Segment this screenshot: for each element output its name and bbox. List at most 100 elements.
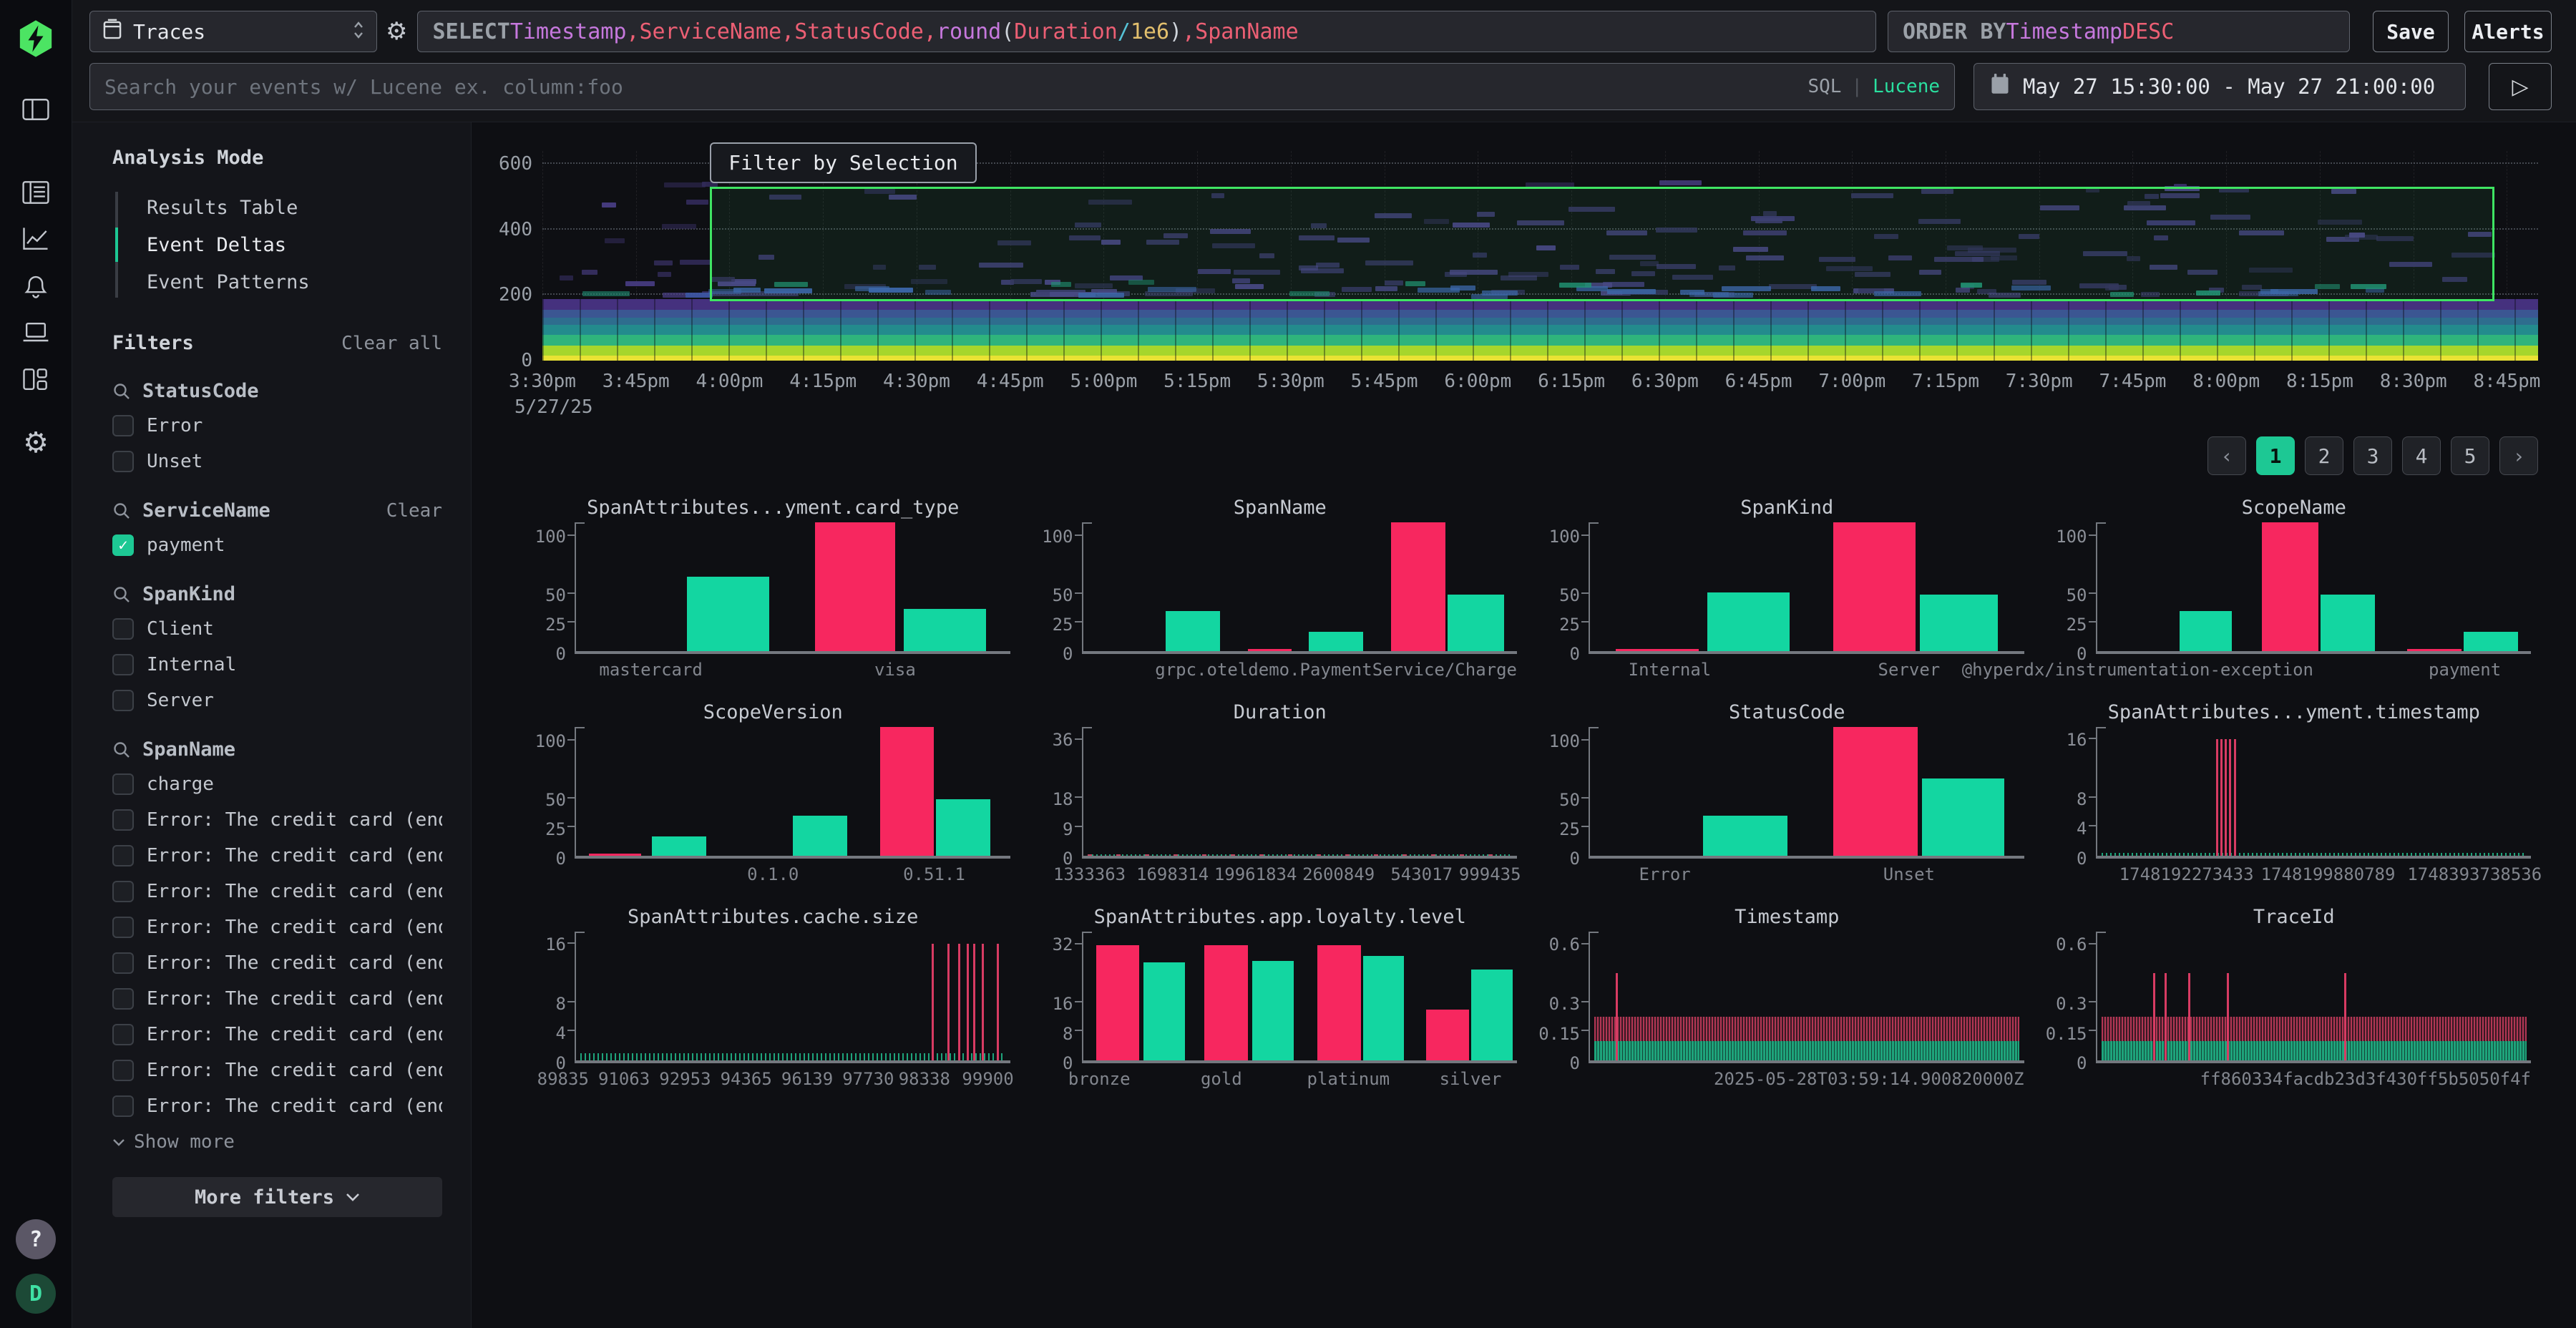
pagination-page-button[interactable]: 4 [2402, 436, 2441, 475]
bar[interactable] [1166, 611, 1220, 651]
bar[interactable] [1833, 727, 1918, 856]
sessions-icon[interactable] [19, 316, 52, 349]
filter-option[interactable]: Client [112, 617, 442, 641]
search-bar[interactable]: SQL | Lucene [89, 63, 1955, 110]
heatmap-plot[interactable]: Filter by Selection [542, 151, 2538, 361]
bar[interactable] [1922, 778, 2004, 856]
hyperdx-logo-icon[interactable] [16, 19, 56, 59]
toggle-lucene[interactable]: Lucene [1873, 76, 1940, 97]
bar[interactable] [1833, 522, 1916, 651]
filter-option[interactable]: Unset [112, 449, 442, 474]
sql-select-input[interactable]: SELECT Timestamp,ServiceName,StatusCode,… [417, 11, 1876, 52]
bar[interactable] [1143, 962, 1185, 1060]
bar[interactable] [1707, 592, 1790, 651]
checkbox[interactable] [112, 773, 134, 795]
bar[interactable] [687, 577, 769, 651]
checkbox[interactable] [112, 415, 134, 436]
filter-option[interactable]: Error: The credit card (end… [112, 879, 442, 904]
bar[interactable] [2321, 595, 2375, 651]
bar[interactable] [1703, 816, 1787, 856]
filter-option[interactable]: Internal [112, 653, 442, 677]
source-settings-gear-icon[interactable]: ⚙ [386, 19, 407, 44]
bar[interactable] [589, 854, 641, 856]
bar[interactable] [936, 799, 990, 856]
toggle-sql[interactable]: SQL [1807, 76, 1841, 97]
bar[interactable] [1317, 945, 1361, 1060]
filter-option[interactable]: Error: The credit card (end… [112, 844, 442, 868]
bar[interactable] [1252, 961, 1294, 1060]
clear-all-link[interactable]: Clear all [341, 333, 442, 354]
bar[interactable] [2464, 632, 2518, 651]
bar[interactable] [1096, 945, 1140, 1060]
checkbox[interactable] [112, 654, 134, 675]
checkbox[interactable] [112, 988, 134, 1010]
filter-option[interactable]: Error [112, 414, 442, 438]
filter-option[interactable]: Error: The credit card (end… [112, 915, 442, 939]
bar[interactable] [1363, 956, 1405, 1060]
search-input[interactable] [104, 75, 1807, 99]
filter-option[interactable]: Server [112, 688, 442, 713]
bar[interactable] [2262, 522, 2318, 651]
bar[interactable] [2180, 611, 2232, 651]
checkbox[interactable] [112, 1095, 134, 1117]
alerts-bell-icon[interactable] [19, 269, 52, 302]
bar[interactable] [904, 609, 986, 651]
bar[interactable] [1426, 1010, 1470, 1060]
bar[interactable] [1204, 945, 1248, 1060]
pagination-page-button[interactable]: 2 [2305, 436, 2343, 475]
bar[interactable] [2407, 649, 2462, 651]
pagination-prev-button[interactable]: ‹ [2207, 436, 2246, 475]
checkbox[interactable] [112, 845, 134, 866]
order-by-input[interactable]: ORDER BY Timestamp DESC [1888, 11, 2350, 52]
source-select[interactable]: Traces [89, 11, 377, 52]
checkbox[interactable]: ✓ [112, 534, 134, 556]
filter-clear-link[interactable]: Clear [386, 500, 442, 522]
run-query-button[interactable]: ▷ [2489, 63, 2552, 110]
bar[interactable] [1616, 649, 1698, 651]
pagination-page-button[interactable]: 1 [2256, 436, 2295, 475]
pagination-page-button[interactable]: 3 [2353, 436, 2392, 475]
date-range-picker[interactable]: May 27 15:30:00 - May 27 21:00:00 [1974, 63, 2466, 110]
filter-option[interactable]: Error: The credit card (end… [112, 808, 442, 832]
show-more-link[interactable]: Show more [112, 1131, 442, 1153]
help-button[interactable]: ? [16, 1219, 56, 1259]
analysis-mode-item[interactable]: Results Table [115, 189, 442, 226]
bar[interactable] [880, 727, 935, 856]
checkbox[interactable] [112, 618, 134, 640]
checkbox[interactable] [112, 690, 134, 711]
panel-toggle-icon[interactable] [19, 93, 52, 126]
filter-option[interactable]: Error: The credit card (end… [112, 951, 442, 975]
filter-option[interactable]: Error: The credit card (end… [112, 1022, 442, 1047]
checkbox[interactable] [112, 917, 134, 938]
bar[interactable] [815, 522, 895, 651]
filter-by-selection-tooltip[interactable]: Filter by Selection [710, 142, 976, 183]
dashboards-icon[interactable] [19, 363, 52, 396]
analysis-mode-item[interactable]: Event Deltas [115, 226, 442, 263]
filter-option[interactable]: Error: The credit card (end… [112, 987, 442, 1011]
filter-option[interactable]: Error: The credit card (end… [112, 1094, 442, 1118]
filter-option[interactable]: charge [112, 772, 442, 796]
filter-option[interactable]: Error: The credit card (end… [112, 1058, 442, 1083]
checkbox[interactable] [112, 1060, 134, 1081]
bar[interactable] [652, 836, 706, 856]
checkbox[interactable] [112, 1024, 134, 1045]
pagination-page-button[interactable]: 5 [2451, 436, 2489, 475]
bar[interactable] [1471, 970, 1513, 1060]
selection-rectangle[interactable] [710, 187, 2494, 301]
bar[interactable] [793, 816, 847, 856]
pagination-next-button[interactable]: › [2499, 436, 2538, 475]
checkbox[interactable] [112, 881, 134, 902]
bar[interactable] [1248, 649, 1292, 651]
more-filters-button[interactable]: More filters [112, 1177, 442, 1217]
filter-option[interactable]: ✓payment [112, 533, 442, 557]
settings-gear-icon[interactable]: ⚙ [19, 426, 52, 459]
alerts-button[interactable]: Alerts [2464, 11, 2552, 52]
checkbox[interactable] [112, 809, 134, 831]
bar[interactable] [1448, 595, 1504, 651]
bar[interactable] [1391, 522, 1445, 651]
checkbox[interactable] [112, 451, 134, 472]
analysis-mode-item[interactable]: Event Patterns [115, 263, 442, 301]
user-avatar[interactable]: D [16, 1274, 56, 1314]
checkbox[interactable] [112, 952, 134, 974]
chart-explorer-icon[interactable] [19, 222, 52, 255]
